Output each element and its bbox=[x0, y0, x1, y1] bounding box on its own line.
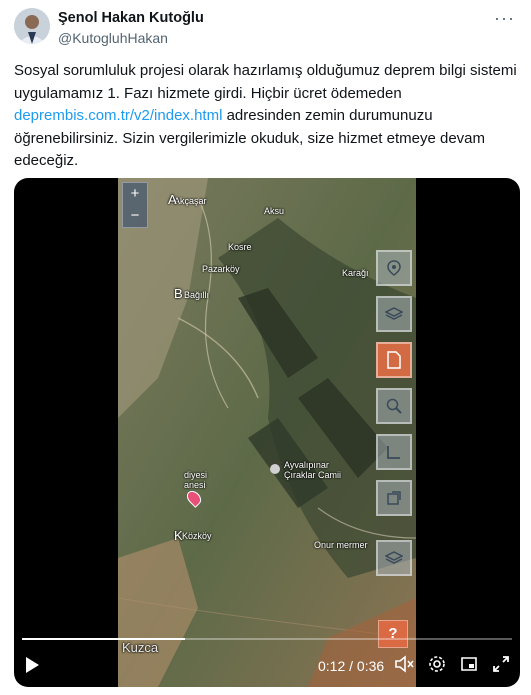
ruler-icon[interactable] bbox=[376, 434, 412, 470]
map-label-letter-b: B bbox=[174, 286, 183, 301]
map-label-diyesi: diyesi anesi bbox=[184, 470, 208, 490]
author-handle[interactable]: @KutogluhHakan bbox=[58, 30, 168, 46]
mosque-icon bbox=[270, 464, 280, 474]
video-controls: 0:12 / 0:36 bbox=[14, 648, 520, 684]
tweet-link[interactable]: deprembis.com.tr/v2/index.html bbox=[14, 107, 222, 124]
map-label-akcasar: Akçaşar bbox=[174, 196, 207, 206]
map-toolbar bbox=[376, 250, 412, 576]
map-label-bagili: Bağıllı bbox=[184, 290, 210, 300]
map-label-kozkoy: Közköy bbox=[182, 531, 212, 541]
video-player[interactable]: Akçaşar A Aksu Kosre Pazarköy Karağı B B… bbox=[14, 178, 520, 687]
video-progress-fill bbox=[22, 638, 186, 640]
zoom-out-button[interactable]: − bbox=[123, 205, 147, 227]
satellite-map: Akçaşar A Aksu Kosre Pazarköy Karağı B B… bbox=[118, 178, 416, 687]
help-button[interactable]: ? bbox=[378, 620, 408, 648]
search-icon[interactable] bbox=[376, 388, 412, 424]
video-progress-bar[interactable] bbox=[22, 638, 512, 640]
export-icon[interactable] bbox=[376, 480, 412, 516]
map-label-aksu: Aksu bbox=[264, 206, 285, 216]
zoom-in-button[interactable]: + bbox=[123, 183, 147, 205]
zoom-control: + − bbox=[122, 182, 148, 228]
settings-gear-icon[interactable] bbox=[428, 655, 446, 678]
map-label-kosre: Kosre bbox=[228, 242, 252, 252]
picture-in-picture-icon[interactable] bbox=[460, 655, 478, 678]
layers-icon[interactable] bbox=[376, 296, 412, 332]
tweet-text: Sosyal sorumluluk projesi olarak hazırla… bbox=[14, 60, 519, 173]
tweet-text-part-1: Sosyal sorumluluk projesi olarak hazırla… bbox=[14, 62, 517, 102]
map-label-pazarkoy: Pazarköy bbox=[202, 264, 240, 274]
map-label-letter-a: A bbox=[168, 192, 177, 207]
more-options-icon[interactable]: ··· bbox=[494, 8, 515, 29]
video-time: 0:12 / 0:36 bbox=[318, 658, 385, 674]
map-label-karagi: Karağı bbox=[342, 268, 369, 278]
mute-icon[interactable] bbox=[394, 655, 414, 678]
location-pin-icon[interactable] bbox=[376, 250, 412, 286]
map-label-onur: Onur mermer bbox=[314, 540, 368, 550]
avatar[interactable] bbox=[14, 8, 50, 44]
base-layers-icon[interactable] bbox=[376, 540, 412, 576]
map-label-ayvalipinar: Ayvalıpınar Çıraklar Camii bbox=[284, 460, 342, 480]
play-icon[interactable] bbox=[26, 657, 39, 673]
fullscreen-icon[interactable] bbox=[492, 655, 510, 678]
terrain-image bbox=[118, 178, 416, 687]
document-icon[interactable] bbox=[376, 342, 412, 378]
author-display-name[interactable]: Şenol Hakan Kutoğlu bbox=[58, 10, 204, 26]
